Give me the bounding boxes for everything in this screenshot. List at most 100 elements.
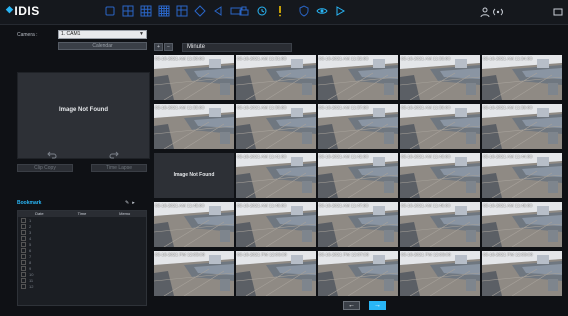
grid-4x4-icon[interactable] <box>158 5 170 17</box>
bookmark-row-index: 5 <box>29 241 32 247</box>
shield-icon[interactable] <box>298 5 310 17</box>
zoom-controls: + − <box>154 43 173 51</box>
thumbnail-tile[interactable]: 03-16-2021 AM 11:39:00 <box>482 104 562 149</box>
timeline-unit-bar[interactable]: Minute <box>182 43 292 52</box>
zoom-out-button[interactable]: − <box>164 43 173 51</box>
grid-2x2-icon[interactable] <box>122 5 134 17</box>
thumbnail-tile[interactable]: 03-16-2021 PM 12:06:00 <box>236 251 316 296</box>
bookmark-header: Date Time Memo <box>18 211 146 217</box>
eye-icon[interactable] <box>316 5 328 17</box>
bookmark-checkbox[interactable] <box>21 253 26 259</box>
bookmark-checkbox[interactable] <box>21 259 26 265</box>
thumbnail-tile[interactable]: 03-16-2021 PM 12:08:00 <box>400 251 480 296</box>
thumbnail-tile[interactable]: Image Not Found <box>154 153 234 198</box>
camera-select[interactable]: 1. CAM1 ▼ <box>58 30 147 39</box>
person-icon[interactable] <box>479 5 491 18</box>
camera-select-value: 1. CAM1 <box>61 31 81 37</box>
diamond-icon[interactable] <box>194 5 206 17</box>
mode-toolbar <box>238 5 346 17</box>
bookmark-checkbox[interactable] <box>21 247 26 253</box>
bookmark-checkbox[interactable] <box>21 277 26 283</box>
thumbnail-timestamp: 03-16-2021 AM 11:30:00 <box>155 56 205 61</box>
undo-icon[interactable] <box>47 146 57 159</box>
bookmark-checkbox[interactable] <box>21 217 26 223</box>
bookmark-table: Date Time Memo 1 2 3 4 5 6 7 8 9 10 11 12 <box>17 210 147 306</box>
bookmark-row-index: 8 <box>29 259 32 265</box>
single-view-icon[interactable] <box>104 5 116 17</box>
thumbnail-tile[interactable]: 03-16-2021 PM 12:05:00 <box>154 251 234 296</box>
thumbnail-timestamp: 03-16-2021 AM 11:33:00 <box>401 56 451 61</box>
thumbnail-timestamp: 03-16-2021 AM 11:39:00 <box>483 105 533 110</box>
thumbnail-tile[interactable]: 03-16-2021 AM 11:42:00 <box>318 153 398 198</box>
thumbnail-tile[interactable]: 03-16-2021 AM 11:48:00 <box>400 202 480 247</box>
grid-custom-icon[interactable] <box>176 5 188 17</box>
window-icon[interactable] <box>552 5 564 17</box>
bookmark-title: Bookmark <box>17 200 42 206</box>
thumbnail-timestamp: 03-16-2021 AM 11:32:00 <box>319 56 369 61</box>
grid-3x3-icon[interactable] <box>140 5 152 17</box>
thumbnail-timestamp: 03-16-2021 AM 11:41:00 <box>237 154 287 159</box>
bookmark-checkbox[interactable] <box>21 241 26 247</box>
next-page-button[interactable]: → <box>369 301 386 310</box>
bookmark-row[interactable]: 12 <box>18 283 146 289</box>
bookmark-row-index: 11 <box>29 277 34 283</box>
thumbnail-tile[interactable]: 03-16-2021 AM 11:45:00 <box>154 202 234 247</box>
bookmark-col-date: Date <box>35 211 44 216</box>
alarm-icon[interactable] <box>274 5 286 17</box>
thumbnail-tile[interactable]: 03-16-2021 AM 11:37:00 <box>318 104 398 149</box>
thumbnail-grid: 03-16-2021 AM 11:30:00 03-16-2021 AM 11:3… <box>154 55 565 299</box>
thumbnail-tile[interactable]: 03-16-2021 AM 11:32:00 <box>318 55 398 100</box>
thumbnail-tile[interactable]: 03-16-2021 AM 11:41:00 <box>236 153 316 198</box>
thumbnail-tile[interactable]: 03-16-2021 AM 11:47:00 <box>318 202 398 247</box>
refresh-icon[interactable] <box>256 5 268 17</box>
zoom-in-button[interactable]: + <box>154 43 163 51</box>
printer-icon[interactable] <box>238 5 250 17</box>
thumbnail-tile[interactable]: 03-16-2021 AM 11:49:00 <box>482 202 562 247</box>
bookmark-rows: 1 2 3 4 5 6 7 8 9 10 11 12 <box>18 217 146 289</box>
back-icon[interactable] <box>212 5 224 17</box>
thumbnail-timestamp: 03-16-2021 AM 11:44:00 <box>483 154 533 159</box>
bookmark-checkbox[interactable] <box>21 223 26 229</box>
bookmark-checkbox[interactable] <box>21 283 26 289</box>
time-lapse-button[interactable]: Time Lapse <box>91 164 147 172</box>
thumbnail-tile[interactable]: 03-16-2021 AM 11:35:00 <box>154 104 234 149</box>
thumbnail-timestamp: 03-16-2021 AM 11:48:00 <box>401 203 451 208</box>
thumbnail-tile[interactable]: 03-16-2021 AM 11:46:00 <box>236 202 316 247</box>
thumbnail-tile[interactable]: 03-16-2021 PM 12:09:00 <box>482 251 562 296</box>
timeline-unit: Minute <box>187 44 206 50</box>
thumbnail-timestamp: 03-16-2021 PM 12:05:00 <box>155 252 205 257</box>
thumbnail-tile[interactable]: 03-16-2021 AM 11:43:00 <box>400 153 480 198</box>
bookmark-checkbox[interactable] <box>21 229 26 235</box>
thumbnail-tile[interactable]: 03-16-2021 AM 11:31:00 <box>236 55 316 100</box>
layout-toolbar <box>104 5 242 17</box>
bookmark-add-icon[interactable]: ▸ <box>132 200 138 206</box>
thumbnail-timestamp: 03-16-2021 AM 11:45:00 <box>155 203 205 208</box>
thumbnail-timestamp: 03-16-2021 AM 11:47:00 <box>319 203 369 208</box>
thumbnail-tile[interactable]: 03-16-2021 AM 11:38:00 <box>400 104 480 149</box>
redo-icon[interactable] <box>109 146 119 159</box>
bookmark-row-index: 12 <box>29 283 34 289</box>
thumbnail-tile[interactable]: 03-16-2021 AM 11:34:00 <box>482 55 562 100</box>
bookmark-col-memo: Memo <box>119 211 131 216</box>
calendar-button[interactable]: Calendar <box>58 42 147 50</box>
thumbnail-timestamp: 03-16-2021 AM 11:38:00 <box>401 105 451 110</box>
audio-icon[interactable] <box>492 5 504 17</box>
thumbnail-timestamp: 03-16-2021 AM 11:37:00 <box>319 105 369 110</box>
preview-not-found: Image Not Found <box>59 107 108 113</box>
play-icon[interactable] <box>334 5 346 17</box>
clip-copy-button[interactable]: Clip Copy <box>17 164 73 172</box>
thumbnail-timestamp: 03-16-2021 AM 11:43:00 <box>401 154 451 159</box>
thumbnail-tile[interactable]: 03-16-2021 AM 11:44:00 <box>482 153 562 198</box>
thumbnail-tile[interactable]: 03-16-2021 AM 11:36:00 <box>236 104 316 149</box>
thumbnail-timestamp: 03-16-2021 AM 11:49:00 <box>483 203 533 208</box>
thumbnail-not-found: Image Not Found <box>173 172 215 178</box>
bookmark-checkbox[interactable] <box>21 265 26 271</box>
bookmark-checkbox[interactable] <box>21 235 26 241</box>
bookmark-col-time: Time <box>77 211 87 216</box>
thumbnail-tile[interactable]: 03-16-2021 PM 12:07:00 <box>318 251 398 296</box>
prev-page-button[interactable]: ← <box>343 301 360 310</box>
thumbnail-timestamp: 03-16-2021 PM 12:09:00 <box>483 252 533 257</box>
bookmark-checkbox[interactable] <box>21 271 26 277</box>
thumbnail-tile[interactable]: 03-16-2021 AM 11:30:00 <box>154 55 234 100</box>
thumbnail-tile[interactable]: 03-16-2021 AM 11:33:00 <box>400 55 480 100</box>
